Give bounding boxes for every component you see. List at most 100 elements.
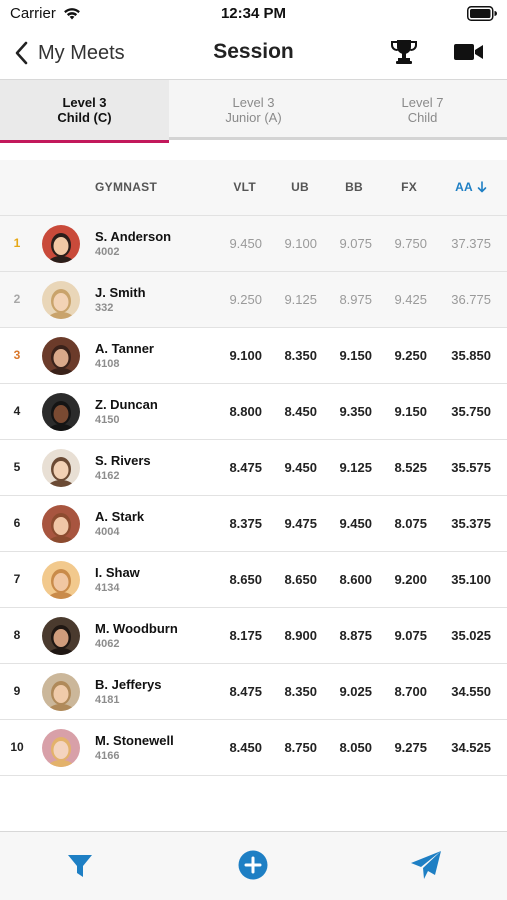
rank: 6 xyxy=(13,516,21,530)
gymnast-number: 4108 xyxy=(95,358,120,370)
video-camera-icon[interactable] xyxy=(453,40,485,64)
avatar xyxy=(42,225,80,263)
table-row[interactable]: 4 Z. Duncan 4150 8.800 8.450 9.350 9.150 35.750 xyxy=(0,384,507,440)
gymnast-name: M. Stonewell xyxy=(95,733,174,748)
score-bb: 8.975 xyxy=(339,292,372,307)
tab-level-7-child[interactable]: Level 7 Child xyxy=(338,80,507,140)
score-bb: 9.125 xyxy=(339,460,372,475)
column-header-gymnast: GYMNAST xyxy=(95,180,158,194)
tab-label-line2: Junior (A) xyxy=(225,110,282,125)
tab-level-3-junior-a[interactable]: Level 3 Junior (A) xyxy=(169,80,338,140)
column-header-bb[interactable]: BB xyxy=(345,180,363,194)
add-circle-icon[interactable] xyxy=(238,850,268,880)
score-ub: 8.650 xyxy=(284,572,317,587)
score-fx: 8.525 xyxy=(394,460,427,475)
score-vlt: 8.650 xyxy=(229,572,262,587)
avatar xyxy=(42,449,80,487)
nav-bar: My Meets Session xyxy=(0,28,507,80)
gymnast-number: 4062 xyxy=(95,638,120,650)
level-tabs: Level 3 Child (C) Level 3 Junior (A) Lev… xyxy=(0,80,507,143)
rank: 9 xyxy=(13,684,21,698)
score-bb: 8.600 xyxy=(339,572,372,587)
score-fx: 9.250 xyxy=(394,348,427,363)
send-icon[interactable] xyxy=(410,850,442,880)
score-fx: 9.150 xyxy=(394,404,427,419)
gymnast-number: 4004 xyxy=(95,526,120,538)
rank: 8 xyxy=(13,628,21,642)
tab-label-line1: Level 3 xyxy=(232,95,275,110)
score-ub: 8.350 xyxy=(284,348,317,363)
tab-label-line1: Level 7 xyxy=(401,95,444,110)
score-fx: 8.075 xyxy=(394,516,427,531)
column-header-vlt[interactable]: VLT xyxy=(233,180,256,194)
score-bb: 9.350 xyxy=(339,404,372,419)
trophy-icon[interactable] xyxy=(388,38,420,66)
score-vlt: 9.450 xyxy=(229,236,262,251)
score-aa: 35.850 xyxy=(451,348,491,363)
score-aa: 37.375 xyxy=(451,236,491,251)
score-aa: 34.525 xyxy=(451,740,491,755)
tab-label-line2: Child xyxy=(407,110,438,125)
score-vlt: 8.475 xyxy=(229,684,262,699)
table-row[interactable]: 1 S. Anderson 4002 9.450 9.100 9.075 9.750 37.3… xyxy=(0,216,507,272)
table-row[interactable]: 5 S. Rivers 4162 8.475 9.450 9.125 8.525 35.575 xyxy=(0,440,507,496)
table-row[interactable]: 2 J. Smith 332 9.250 9.125 8.975 9.425 36.775 xyxy=(0,272,507,328)
score-aa: 36.775 xyxy=(451,292,491,307)
rank: 2 xyxy=(13,292,21,306)
gymnast-name: S. Anderson xyxy=(95,229,172,244)
score-vlt: 9.100 xyxy=(229,348,262,363)
gymnast-name: A. Tanner xyxy=(95,341,154,356)
table-row[interactable]: 3 A. Tanner 4108 9.100 8.350 9.150 9.250 35.850 xyxy=(0,328,507,384)
status-bar: Carrier 12:34 PM xyxy=(0,0,507,28)
gymnast-name: J. Smith xyxy=(95,285,146,300)
column-header-ub[interactable]: UB xyxy=(291,180,309,194)
avatar xyxy=(42,673,80,711)
column-header-aa[interactable]: AA xyxy=(455,180,487,194)
score-aa: 35.100 xyxy=(451,572,491,587)
score-fx: 9.750 xyxy=(394,236,427,251)
score-ub: 9.450 xyxy=(284,460,317,475)
tab-label-line1: Level 3 xyxy=(62,95,107,110)
avatar xyxy=(42,337,80,375)
table-row[interactable]: 10 M. Stonewell 4166 8.450 8.750 8.050 9.275 34… xyxy=(0,720,507,776)
column-header-fx[interactable]: FX xyxy=(401,180,417,194)
rank: 7 xyxy=(13,572,21,586)
gymnast-number: 4134 xyxy=(95,582,120,594)
sort-descending-icon xyxy=(477,181,487,193)
avatar xyxy=(42,729,80,767)
gymnast-number: 332 xyxy=(95,302,114,314)
back-button[interactable]: My Meets xyxy=(14,38,125,68)
tab-level-3-child-c[interactable]: Level 3 Child (C) xyxy=(0,80,169,143)
status-time: 12:34 PM xyxy=(220,5,287,22)
score-bb: 9.025 xyxy=(339,684,372,699)
score-vlt: 9.250 xyxy=(229,292,262,307)
gymnast-name: I. Shaw xyxy=(95,565,140,580)
score-vlt: 8.800 xyxy=(229,404,262,419)
tab-label-line2: Child (C) xyxy=(57,110,112,125)
table-row[interactable]: 8 M. Woodburn 4062 8.175 8.900 8.875 9.075 35.0… xyxy=(0,608,507,664)
battery-icon xyxy=(467,6,497,21)
column-header-aa-label: AA xyxy=(455,180,473,194)
table-row[interactable]: 6 A. Stark 4004 8.375 9.475 9.450 8.075 35.375 xyxy=(0,496,507,552)
score-aa: 34.550 xyxy=(451,684,491,699)
avatar xyxy=(42,617,80,655)
avatar xyxy=(42,393,80,431)
score-fx: 9.075 xyxy=(394,628,427,643)
score-ub: 9.100 xyxy=(284,236,317,251)
score-bb: 9.075 xyxy=(339,236,372,251)
score-vlt: 8.450 xyxy=(229,740,262,755)
score-ub: 8.450 xyxy=(284,404,317,419)
gymnast-name: B. Jefferys xyxy=(95,677,162,692)
score-fx: 9.275 xyxy=(394,740,427,755)
gymnast-name: S. Rivers xyxy=(95,453,151,468)
score-aa: 35.575 xyxy=(451,460,491,475)
table-row[interactable]: 7 I. Shaw 4134 8.650 8.650 8.600 9.200 35.100 xyxy=(0,552,507,608)
avatar xyxy=(42,281,80,319)
table-row[interactable]: 9 B. Jefferys 4181 8.475 8.350 9.025 8.700 34.5… xyxy=(0,664,507,720)
score-vlt: 8.175 xyxy=(229,628,262,643)
score-bb: 9.150 xyxy=(339,348,372,363)
score-bb: 8.050 xyxy=(339,740,372,755)
score-vlt: 8.475 xyxy=(229,460,262,475)
score-aa: 35.750 xyxy=(451,404,491,419)
filter-icon[interactable] xyxy=(66,852,94,880)
